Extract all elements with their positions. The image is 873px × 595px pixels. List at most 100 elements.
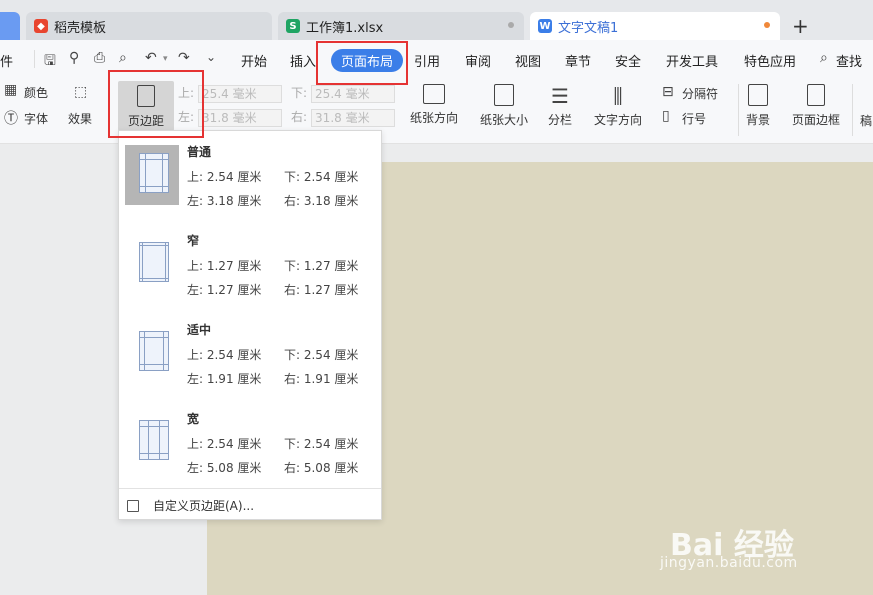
columns-icon: ☰ (551, 84, 569, 108)
highlight-margins (108, 70, 204, 138)
preset-thumbnail (125, 234, 179, 294)
baidu-watermark-url: jingyan.baidu.com (660, 555, 798, 571)
theme-effects-button[interactable]: 效果 (68, 110, 92, 127)
redo-icon[interactable]: ↷ (178, 50, 190, 66)
theme-font-button[interactable]: 字体 (24, 110, 48, 127)
theme-font-icon: Ⓣ (4, 111, 18, 127)
orientation-button[interactable]: 纸张方向 (410, 84, 458, 126)
new-tab-button[interactable]: + (792, 14, 809, 38)
save-icon[interactable]: 🖫 (44, 50, 56, 74)
bottom-margin-input[interactable]: 25.4 毫米 (311, 84, 396, 103)
menu-view[interactable]: 视图 (515, 51, 541, 70)
preset-bottom: 下: 2.54 厘米 (284, 348, 359, 362)
preset-thumbnail (125, 412, 179, 472)
menu-security[interactable]: 安全 (615, 51, 641, 70)
text-direction-label: 文字方向 (594, 113, 643, 127)
menu-insert[interactable]: 插入 (290, 51, 316, 70)
paper-size-label: 纸张大小 (480, 113, 529, 127)
page-preview-icon (139, 331, 169, 371)
tab-label: 稻壳模板 (54, 20, 107, 36)
tab-modified-dot (508, 22, 514, 28)
page-border-button[interactable]: 页面边框 (792, 84, 840, 128)
search-icon: ⌕ (820, 50, 828, 66)
page-preview-icon (139, 153, 169, 193)
spreadsheet-icon: S (286, 19, 300, 33)
page-border-icon (807, 84, 825, 106)
tab-bar: ◆ 稻壳模板 S 工作簿1.xlsx W 文字文稿1 + (0, 0, 873, 40)
breaks-button[interactable]: 分隔符 (682, 85, 718, 102)
undo-dropdown-icon[interactable]: ▾ (163, 54, 168, 64)
preset-top: 上: 1.27 厘米 (187, 259, 262, 273)
preset-top: 上: 2.54 厘米 (187, 437, 262, 451)
preset-thumbnail (125, 145, 179, 205)
columns-label: 分栏 (548, 113, 573, 127)
top-margin-input[interactable]: 25.4 毫米 (198, 84, 283, 103)
text-direction-button[interactable]: ⫼ 文字方向 (594, 84, 642, 128)
paper-size-button[interactable]: 纸张大小 (480, 84, 528, 128)
menu-home[interactable]: 开始 (241, 51, 267, 70)
preset-name: 适中 (187, 323, 212, 337)
right-margin-input[interactable]: 31.8 毫米 (311, 108, 396, 127)
margin-preset-normal[interactable]: 普通 上: 2.54 厘米 下: 2.54 厘米 左: 3.18 厘米 右: 3… (119, 141, 381, 225)
menu-developer[interactable]: 开发工具 (666, 51, 718, 70)
dropdown-divider (119, 488, 381, 489)
tab-label: 工作簿1.xlsx (306, 20, 384, 36)
page-background-label: 背景 (746, 113, 771, 127)
line-numbers-icon: ▯ (662, 108, 670, 124)
preset-name: 普通 (187, 145, 212, 159)
columns-button[interactable]: ☰ 分栏 (548, 84, 572, 128)
theme-effects-icon: ⬚ (74, 84, 88, 100)
page-background-icon (748, 84, 768, 106)
menu-section[interactable]: 章节 (565, 51, 591, 70)
tab-writer[interactable]: W 文字文稿1 (530, 12, 780, 40)
paper-size-icon (494, 84, 514, 106)
search-button[interactable]: 查找 (836, 51, 862, 70)
margin-preset-wide[interactable]: 宽 上: 2.54 厘米 下: 2.54 厘米 左: 5.08 厘米 右: 5.… (119, 408, 381, 492)
bottom-margin-field: 下: 25.4 毫米 (291, 84, 396, 103)
tab-unsaved-dot (764, 22, 770, 28)
tab-stub[interactable] (0, 12, 20, 40)
menu-file[interactable]: 件 (0, 51, 13, 70)
page-preview-icon (139, 420, 169, 460)
left-margin-input[interactable]: 31.8 毫米 (198, 108, 283, 127)
page-background-button[interactable]: 背景 (746, 84, 770, 128)
tab-daoke[interactable]: ◆ 稻壳模板 (26, 12, 272, 40)
preset-bottom: 下: 2.54 厘米 (284, 437, 359, 451)
preset-left: 左: 5.08 厘米 (187, 461, 262, 475)
custom-margins-icon (127, 499, 139, 512)
divider (852, 84, 853, 136)
preset-left: 左: 1.27 厘米 (187, 283, 262, 297)
preset-right: 右: 1.91 厘米 (284, 372, 359, 386)
custom-margins-item[interactable]: 自定义页边距(A)... (127, 497, 254, 514)
tab-spreadsheet[interactable]: S 工作簿1.xlsx (278, 12, 524, 40)
preset-name: 窄 (187, 234, 200, 248)
margin-preset-moderate[interactable]: 适中 上: 2.54 厘米 下: 2.54 厘米 左: 1.91 厘米 右: 1… (119, 319, 381, 403)
manuscript-button[interactable]: 稿 (860, 112, 872, 129)
margin-preset-narrow[interactable]: 窄 上: 1.27 厘米 下: 1.27 厘米 左: 1.27 厘米 右: 1.… (119, 230, 381, 314)
orientation-icon (423, 84, 445, 104)
print-preview-icon[interactable]: ⌕ (119, 50, 127, 66)
divider (738, 84, 739, 136)
theme-colors-icon: ▦ (4, 82, 18, 98)
preset-right: 右: 1.27 厘米 (284, 283, 359, 297)
preset-right: 右: 3.18 厘米 (284, 194, 359, 208)
format-painter-icon[interactable]: ⚲ (69, 50, 79, 66)
right-margin-label: 右: (291, 110, 308, 124)
writer-icon: W (538, 19, 552, 33)
preset-right: 右: 5.08 厘米 (284, 461, 359, 475)
print-icon[interactable]: ⎙ (94, 50, 105, 66)
line-numbers-button[interactable]: 行号 (682, 110, 706, 127)
customize-icon[interactable]: ⌄ (206, 50, 216, 64)
menu-references[interactable]: 引用 (414, 51, 440, 70)
page-preview-icon (139, 242, 169, 282)
bottom-margin-label: 下: (291, 86, 308, 100)
undo-icon[interactable]: ↶ (145, 50, 157, 66)
menu-special[interactable]: 特色应用 (744, 51, 796, 70)
theme-colors-button[interactable]: 颜色 (24, 84, 48, 101)
breaks-icon: ⊟ (662, 84, 674, 100)
divider (34, 50, 35, 68)
tab-label: 文字文稿1 (558, 20, 619, 36)
margins-dropdown: 普通 上: 2.54 厘米 下: 2.54 厘米 左: 3.18 厘米 右: 3… (118, 130, 382, 520)
menu-review[interactable]: 审阅 (465, 51, 491, 70)
preset-bottom: 下: 2.54 厘米 (284, 170, 359, 184)
